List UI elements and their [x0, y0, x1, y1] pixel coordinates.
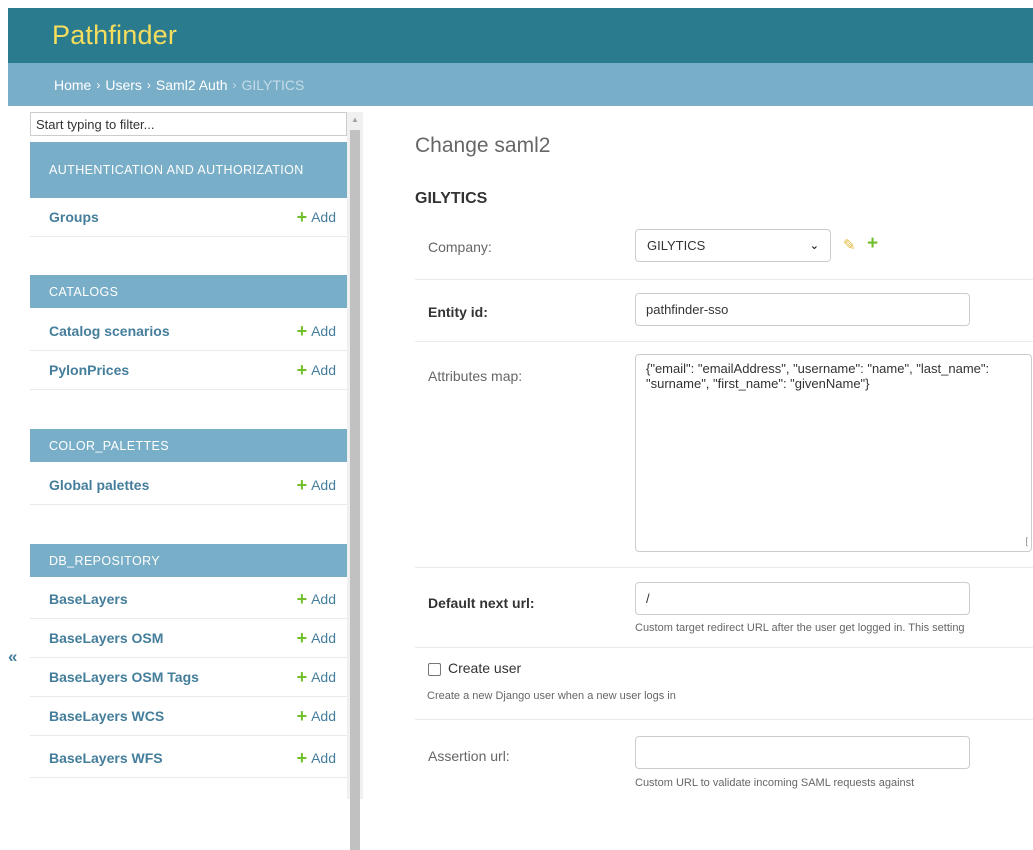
add-label: Add: [311, 362, 336, 378]
model-row: BaseLayers OSM Tags + Add: [30, 658, 347, 697]
plus-icon: +: [296, 667, 308, 687]
breadcrumb-separator: ›: [146, 77, 151, 92]
model-link-baselayers-osm-tags[interactable]: BaseLayers OSM Tags: [49, 669, 199, 685]
chevron-down-icon: ⌄: [809, 240, 819, 252]
add-label: Add: [311, 591, 336, 607]
breadcrumb-saml2-auth[interactable]: Saml2 Auth: [156, 77, 228, 93]
sidebar-scrollbar[interactable]: ▲: [347, 112, 363, 850]
model-row: Catalog scenarios + Add: [30, 312, 347, 351]
scrollbar-thumb[interactable]: [350, 130, 360, 850]
form-row-assertion-url: Assertion url: Custom URL to validate in…: [415, 720, 1033, 799]
default-next-url-label: Default next url:: [428, 595, 535, 611]
model-row: Global palettes + Add: [30, 466, 347, 505]
company-selected-value: GILYTICS: [647, 238, 706, 253]
add-baselayers-osm-button[interactable]: + Add: [296, 628, 336, 648]
model-row: PylonPrices + Add: [30, 351, 347, 390]
model-link-global-palettes[interactable]: Global palettes: [49, 477, 149, 493]
main-content: Change saml2 GILYTICS Company: GILYTICS …: [363, 106, 1033, 799]
model-link-baselayers-wfs[interactable]: BaseLayers WFS: [49, 750, 163, 766]
add-label: Add: [311, 323, 336, 339]
nav-sidebar: AUTHENTICATION AND AUTHORIZATION Groups …: [30, 112, 347, 799]
form-row-default-next-url: Default next url: / Custom target redire…: [415, 568, 1033, 648]
module-header-db-repository[interactable]: DB_REPOSITORY: [30, 544, 347, 577]
assertion-url-help: Custom URL to validate incoming SAML req…: [635, 777, 915, 789]
model-row: Groups + Add: [30, 198, 347, 237]
model-row: BaseLayers WCS + Add: [30, 697, 347, 736]
module-header-auth[interactable]: AUTHENTICATION AND AUTHORIZATION: [30, 142, 347, 198]
breadcrumb-current: GILYTICS: [241, 76, 305, 93]
entity-id-input[interactable]: pathfinder-sso: [635, 293, 970, 326]
module-header-color-palettes[interactable]: COLOR_PALETTES: [30, 429, 347, 462]
scroll-up-arrow-icon[interactable]: ▲: [347, 112, 363, 128]
plus-icon: +: [296, 360, 308, 380]
add-pylonprices-button[interactable]: + Add: [296, 360, 336, 380]
add-label: Add: [311, 669, 336, 685]
entity-id-label: Entity id:: [428, 304, 488, 320]
add-baselayers-wcs-button[interactable]: + Add: [296, 706, 336, 726]
module-header-catalogs[interactable]: CATALOGS: [30, 275, 347, 308]
breadcrumb-separator: ›: [232, 77, 237, 92]
resize-grip-icon[interactable]: ⁅: [1025, 535, 1029, 550]
company-select[interactable]: GILYTICS ⌄: [635, 229, 831, 262]
attributes-map-label: Attributes map:: [428, 368, 523, 384]
site-brand[interactable]: Pathfinder: [52, 20, 177, 51]
plus-icon: +: [296, 748, 308, 768]
model-link-baselayers[interactable]: BaseLayers: [49, 591, 128, 607]
breadcrumb-users[interactable]: Users: [105, 77, 142, 93]
model-link-catalog-scenarios[interactable]: Catalog scenarios: [49, 323, 170, 339]
object-name: GILYTICS: [415, 190, 488, 207]
default-next-url-input[interactable]: /: [635, 582, 970, 615]
create-user-label[interactable]: Create user: [448, 660, 521, 676]
add-label: Add: [311, 708, 336, 724]
create-user-help: Create a new Django user when a new user…: [427, 690, 676, 702]
plus-icon: +: [296, 628, 308, 648]
model-link-baselayers-wcs[interactable]: BaseLayers WCS: [49, 708, 164, 724]
model-link-groups[interactable]: Groups: [49, 209, 99, 225]
add-label: Add: [311, 750, 336, 766]
company-label: Company:: [428, 239, 492, 255]
add-catalog-scenarios-button[interactable]: + Add: [296, 321, 336, 341]
breadcrumb-separator: ›: [96, 77, 101, 92]
plus-icon: +: [296, 706, 308, 726]
add-label: Add: [311, 477, 336, 493]
attributes-map-textarea[interactable]: {"email": "emailAddress", "username": "n…: [635, 354, 1032, 552]
model-link-pylonprices[interactable]: PylonPrices: [49, 362, 129, 378]
form-row-company: Company: GILYTICS ⌄ ✎ +: [415, 212, 1033, 280]
add-label: Add: [311, 630, 336, 646]
assertion-url-label: Assertion url:: [428, 748, 510, 764]
site-header: Pathfinder: [8, 8, 1033, 63]
page-title: Change saml2: [415, 134, 551, 157]
assertion-url-input[interactable]: [635, 736, 970, 769]
plus-icon: +: [296, 321, 308, 341]
plus-icon: +: [296, 589, 308, 609]
toggle-nav-sidebar-button[interactable]: «: [8, 647, 17, 667]
pencil-icon[interactable]: ✎: [843, 236, 856, 254]
add-label: Add: [311, 209, 336, 225]
model-row: BaseLayers + Add: [30, 580, 347, 619]
breadcrumb: Home › Users › Saml2 Auth › GILYTICS: [8, 63, 1033, 106]
form-row-attributes-map: Attributes map: {"email": "emailAddress"…: [415, 342, 1033, 568]
add-baselayers-wfs-button[interactable]: + Add: [296, 748, 336, 768]
add-global-palettes-button[interactable]: + Add: [296, 475, 336, 495]
add-baselayers-button[interactable]: + Add: [296, 589, 336, 609]
model-row: BaseLayers WFS + Add: [30, 739, 347, 778]
plus-icon: +: [296, 475, 308, 495]
form-row-entity-id: Entity id: pathfinder-sso: [415, 280, 1033, 342]
nav-filter-input[interactable]: [30, 112, 347, 136]
form-row-create-user: Create user Create a new Django user whe…: [415, 648, 1033, 720]
default-next-url-help: Custom target redirect URL after the use…: [635, 622, 965, 634]
add-related-plus-icon[interactable]: +: [867, 233, 878, 255]
breadcrumb-home[interactable]: Home: [54, 77, 91, 93]
attributes-map-value: {"email": "emailAddress", "username": "n…: [646, 361, 990, 391]
plus-icon: +: [296, 207, 308, 227]
create-user-checkbox[interactable]: [428, 663, 441, 676]
add-baselayers-osm-tags-button[interactable]: + Add: [296, 667, 336, 687]
model-row: BaseLayers OSM + Add: [30, 619, 347, 658]
add-groups-button[interactable]: + Add: [296, 207, 336, 227]
model-link-baselayers-osm[interactable]: BaseLayers OSM: [49, 630, 163, 646]
